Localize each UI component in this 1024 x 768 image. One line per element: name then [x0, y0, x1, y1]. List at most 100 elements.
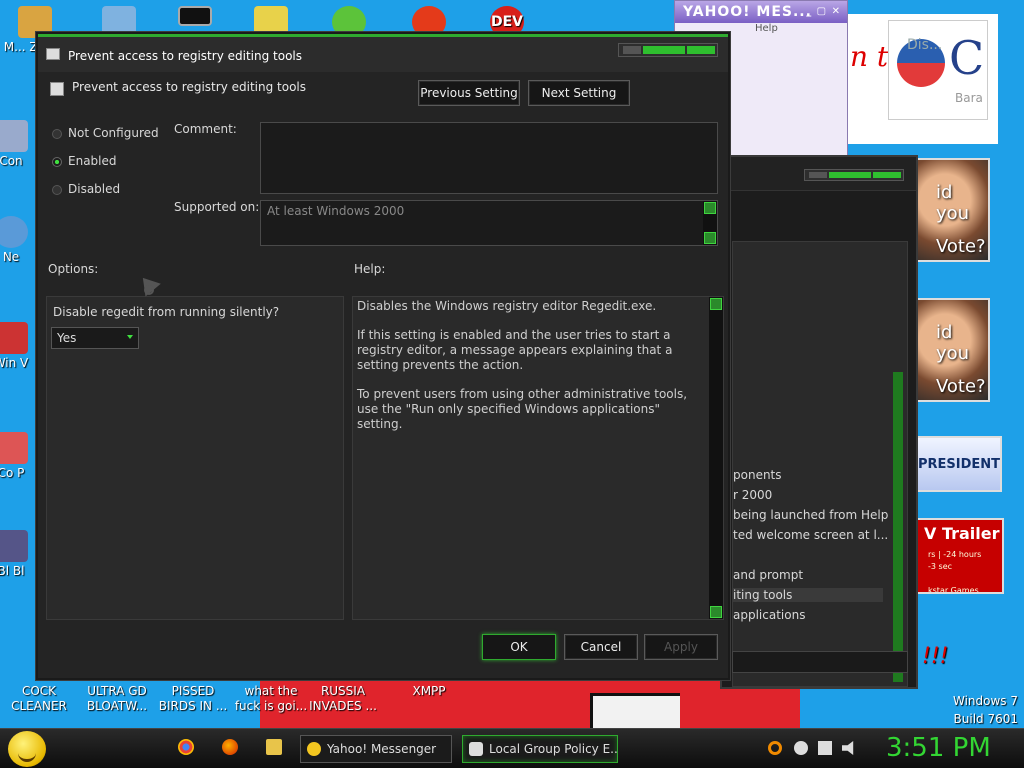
help-text: Disables the Windows registry editor Reg…: [357, 299, 657, 313]
supported-scrollbar[interactable]: [703, 201, 717, 245]
speaker-icon[interactable]: [842, 741, 854, 755]
network-icon[interactable]: [818, 741, 832, 755]
desktop-icon-ultra-gd[interactable]: ULTRA GD BLOATW...: [80, 684, 154, 714]
ad-text: rs | -24 hours: [928, 550, 982, 559]
desktop-icon-label: what the fuck is goi...: [234, 684, 308, 713]
taskbar-group-policy-editor[interactable]: Local Group Policy E...: [462, 735, 618, 763]
window-controls[interactable]: [618, 43, 718, 57]
vote-ad-2[interactable]: id you Vote?: [914, 298, 990, 402]
supported-on-label: Supported on:: [174, 200, 260, 214]
app-icon: [0, 322, 28, 354]
chrome-icon[interactable]: [178, 739, 194, 755]
vote-ad-1[interactable]: id you Vote?: [914, 158, 990, 262]
minimize-icon[interactable]: [623, 46, 641, 54]
ad-text: PRESIDENT: [917, 456, 1001, 472]
list-item-selected[interactable]: iting tools: [733, 588, 883, 602]
policy-icon: [469, 742, 483, 756]
setting-title: Prevent access to registry editing tools: [72, 80, 306, 94]
bg-window-statusbar: [732, 651, 908, 673]
ad-red-text: n t: [850, 40, 889, 73]
desktop-icon-what[interactable]: what the fuck is goi...: [234, 684, 308, 714]
radio-not-configured[interactable]: Not Configured: [52, 126, 159, 142]
scroll-up-icon[interactable]: [710, 298, 722, 310]
trailer-ad[interactable]: V Trailer rs | -24 hours -3 sec kstar Ga…: [912, 518, 1004, 594]
ad-text: Vote?: [936, 376, 986, 397]
window-controls-icon[interactable]: _ ▢ ✕: [806, 6, 841, 17]
folder-icon[interactable]: [266, 739, 282, 755]
apply-button[interactable]: Apply: [644, 634, 718, 660]
app-icon: [0, 530, 28, 562]
dialog-title-bar[interactable]: Prevent access to registry editing tools: [38, 34, 728, 72]
ok-button[interactable]: OK: [482, 634, 556, 660]
taskbar: Yahoo! Messenger Local Group Policy E...…: [0, 728, 1024, 768]
desktop-icon-pissed-birds[interactable]: PISSED BIRDS IN ...: [156, 684, 230, 714]
taskbar-yahoo-messenger[interactable]: Yahoo! Messenger: [300, 735, 452, 763]
dropdown-value: Yes: [57, 331, 77, 345]
cancel-button[interactable]: Cancel: [564, 634, 638, 660]
options-panel: Disable regedit from running silently? Y…: [46, 296, 344, 620]
list-item[interactable]: being launched from Help: [733, 508, 888, 522]
radio-enabled[interactable]: Enabled: [52, 154, 117, 170]
task-label: Local Group Policy E...: [489, 742, 618, 756]
help-text: To prevent users from using other admini…: [357, 387, 688, 431]
desktop-icon-label: RUSSIA INVADES ...: [309, 684, 377, 713]
help-scrollbar[interactable]: [709, 297, 723, 619]
desktop-icon-label: COCK CLEANER: [11, 684, 67, 713]
desktop-icon-russia[interactable]: RUSSIA INVADES ...: [306, 684, 380, 714]
president-ad[interactable]: PRESIDENT: [916, 436, 1002, 492]
previous-setting-button[interactable]: Previous Setting: [418, 80, 520, 106]
option-question: Disable regedit from running silently?: [53, 305, 280, 319]
firefox-icon[interactable]: [222, 739, 238, 755]
list-item[interactable]: ponents: [733, 468, 782, 482]
dropdown-arrow-icon[interactable]: [127, 335, 133, 339]
ad-text: Dis...: [907, 37, 943, 53]
yahoo-tray-icon[interactable]: [794, 741, 808, 755]
comment-field[interactable]: [260, 122, 718, 194]
radio-disabled[interactable]: Disabled: [52, 182, 120, 198]
list-item[interactable]: ted welcome screen at l...: [733, 528, 888, 542]
ad-title: V Trailer: [924, 524, 1000, 543]
start-button-smiley-icon[interactable]: [8, 731, 46, 767]
busy-cursor-icon: [144, 285, 154, 295]
list-item[interactable]: applications: [733, 608, 805, 622]
bg-scrollbar[interactable]: [893, 372, 903, 682]
radio-icon[interactable]: [52, 128, 62, 139]
comment-label: Comment:: [174, 122, 237, 136]
list-item[interactable]: r 2000: [733, 488, 772, 502]
bg-window-controls[interactable]: [804, 169, 904, 181]
dialog-title: Prevent access to registry editing tools: [68, 49, 302, 63]
ad-text: -3 sec: [928, 562, 953, 571]
ad-text: Vote?: [936, 236, 986, 257]
windows-build-text: Build 7601: [953, 712, 1018, 726]
supported-on-field: At least Windows 2000: [260, 200, 718, 246]
help-text: If this setting is enabled and the user …: [357, 328, 673, 372]
yahoo-title-bar[interactable]: YAHOO! MES... _ ▢ ✕: [675, 1, 847, 23]
desktop-icon-cock-cleaner[interactable]: COCK CLEANER: [2, 684, 76, 714]
scroll-down-icon[interactable]: [704, 232, 716, 244]
desktop-icon-cmd[interactable]: [158, 6, 232, 28]
scroll-down-icon[interactable]: [710, 606, 722, 618]
close-icon[interactable]: [687, 46, 715, 54]
radio-icon[interactable]: [52, 184, 62, 195]
next-setting-button[interactable]: Next Setting: [528, 80, 630, 106]
taskbar-clock[interactable]: 3:51 PM: [886, 733, 991, 763]
ad-text: !!!: [922, 644, 949, 669]
supported-on-value: At least Windows 2000: [267, 204, 405, 218]
obama-ad[interactable]: Dis... C Bara: [888, 20, 988, 120]
list-item[interactable]: and prompt: [733, 568, 803, 582]
desktop-icon-xmpp[interactable]: XMPP: [392, 684, 466, 699]
silent-regedit-dropdown[interactable]: Yes: [51, 327, 139, 349]
help-panel: Disables the Windows registry editor Reg…: [352, 296, 724, 620]
ad-letter: C: [949, 31, 985, 85]
bg-window-list[interactable]: ponents r 2000 being launched from Help …: [732, 241, 908, 687]
search-tray-icon[interactable]: [768, 741, 782, 755]
maximize-icon[interactable]: [643, 46, 685, 54]
policy-setting-dialog[interactable]: Prevent access to registry editing tools…: [36, 32, 730, 680]
scroll-up-icon[interactable]: [704, 202, 716, 214]
app-icon: [0, 432, 28, 464]
radio-selected-icon[interactable]: [52, 156, 62, 167]
radio-label: Disabled: [68, 182, 121, 196]
ad-text: kstar Games: [928, 586, 979, 594]
ad-text: id you: [936, 182, 970, 224]
background-window[interactable]: ponents r 2000 being launched from Help …: [720, 155, 918, 689]
